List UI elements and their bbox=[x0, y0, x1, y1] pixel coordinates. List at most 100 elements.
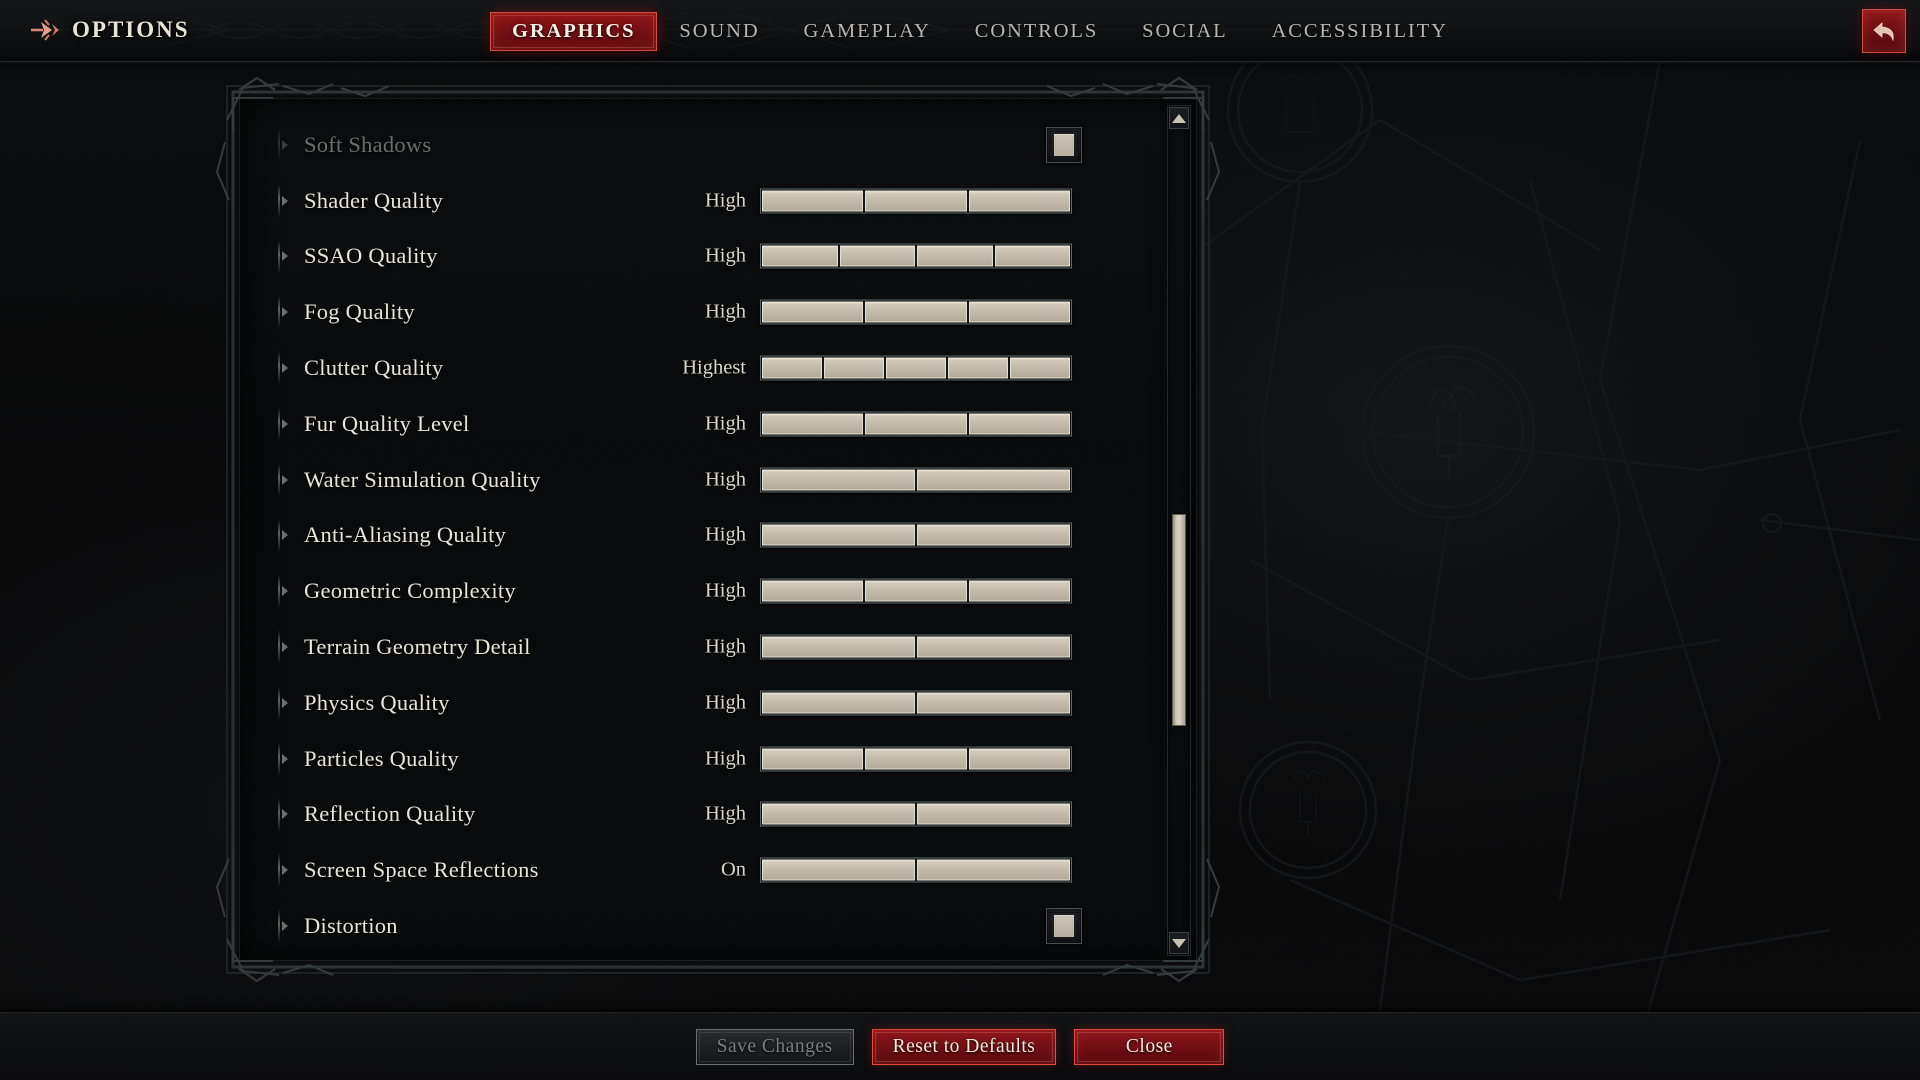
slider-segment[interactable] bbox=[762, 190, 864, 212]
slider-segment[interactable] bbox=[762, 524, 915, 546]
setting-row-clutter-quality[interactable]: Clutter Quality Highest bbox=[240, 340, 1160, 396]
setting-value-label: High bbox=[705, 300, 746, 323]
setting-row-geometric-complexity[interactable]: Geometric Complexity High bbox=[240, 563, 1160, 619]
back-button[interactable] bbox=[1862, 9, 1906, 53]
setting-slider[interactable] bbox=[760, 467, 1072, 493]
tab-accessibility[interactable]: ACCESSIBILITY bbox=[1250, 12, 1470, 51]
setting-slider[interactable] bbox=[760, 857, 1072, 883]
setting-row-reflection-quality[interactable]: Reflection Quality High bbox=[240, 787, 1160, 843]
options-screen: OPTIONS GRAPHICS SOUND GAMEPLAY CONTROLS… bbox=[0, 0, 1920, 1080]
slider-segment[interactable] bbox=[917, 245, 993, 267]
setting-value-label: On bbox=[720, 858, 746, 881]
slider-segment[interactable] bbox=[917, 859, 1070, 881]
chevron-right-icon bbox=[282, 809, 288, 820]
setting-checkbox[interactable] bbox=[1046, 908, 1082, 945]
slider-segment[interactable] bbox=[968, 748, 1070, 770]
row-tick-mark bbox=[278, 741, 280, 776]
setting-slider[interactable] bbox=[760, 299, 1072, 325]
slider-segment[interactable] bbox=[865, 190, 967, 212]
row-tick-mark bbox=[278, 183, 280, 218]
slider-segment[interactable] bbox=[824, 357, 884, 379]
slider-segment[interactable] bbox=[917, 469, 1070, 491]
slider-segment[interactable] bbox=[762, 357, 822, 379]
setting-row-distortion[interactable]: Distortion bbox=[240, 898, 1160, 954]
scroll-up-button[interactable] bbox=[1169, 107, 1189, 129]
scrollbar-thumb[interactable] bbox=[1172, 514, 1186, 727]
setting-row-particles-quality[interactable]: Particles Quality High bbox=[240, 731, 1160, 787]
slider-segment[interactable] bbox=[762, 301, 864, 323]
chevron-right-icon bbox=[282, 697, 288, 708]
slider-segment[interactable] bbox=[762, 469, 915, 491]
setting-row-screen-space-reflections[interactable]: Screen Space Reflections On bbox=[240, 842, 1160, 898]
slider-segment[interactable] bbox=[865, 301, 967, 323]
setting-row-fur-quality-level[interactable]: Fur Quality Level High bbox=[240, 396, 1160, 452]
slider-segment[interactable] bbox=[994, 245, 1070, 267]
slider-segment[interactable] bbox=[762, 245, 838, 267]
close-button[interactable]: Close bbox=[1074, 1028, 1225, 1065]
tab-social[interactable]: SOCIAL bbox=[1120, 12, 1249, 51]
row-tick-mark bbox=[278, 853, 280, 888]
slider-segment[interactable] bbox=[968, 190, 1070, 212]
setting-row-physics-quality[interactable]: Physics Quality High bbox=[240, 675, 1160, 731]
setting-control: On bbox=[640, 857, 1140, 883]
reset-to-defaults-button[interactable]: Reset to Defaults bbox=[871, 1028, 1057, 1065]
chevron-right-icon bbox=[282, 921, 288, 932]
setting-row-terrain-geometry-detail[interactable]: Terrain Geometry Detail High bbox=[240, 619, 1160, 675]
chevron-right-icon bbox=[282, 307, 288, 318]
slider-segment[interactable] bbox=[762, 580, 864, 602]
save-changes-button[interactable]: Save Changes bbox=[695, 1028, 854, 1065]
slider-segment[interactable] bbox=[917, 636, 1070, 658]
slider-segment[interactable] bbox=[865, 580, 967, 602]
slider-segment[interactable] bbox=[917, 524, 1070, 546]
tab-controls[interactable]: CONTROLS bbox=[953, 12, 1120, 51]
setting-slider[interactable] bbox=[760, 578, 1072, 604]
slider-segment[interactable] bbox=[762, 859, 915, 881]
tab-gameplay[interactable]: GAMEPLAY bbox=[782, 12, 953, 51]
chevron-right-icon bbox=[282, 865, 288, 876]
slider-segment[interactable] bbox=[865, 413, 967, 435]
setting-row-ssao-quality[interactable]: SSAO Quality High bbox=[240, 229, 1160, 285]
setting-row-fog-quality[interactable]: Fog Quality High bbox=[240, 284, 1160, 340]
slider-segment[interactable] bbox=[968, 413, 1070, 435]
scroll-down-button[interactable] bbox=[1169, 932, 1189, 954]
setting-checkbox[interactable] bbox=[1046, 126, 1082, 163]
tab-sound[interactable]: SOUND bbox=[657, 12, 781, 51]
slider-segment[interactable] bbox=[968, 301, 1070, 323]
slider-segment[interactable] bbox=[762, 803, 915, 825]
slider-segment[interactable] bbox=[948, 357, 1008, 379]
setting-row-water-simulation-quality[interactable]: Water Simulation Quality High bbox=[240, 452, 1160, 508]
row-tick-mark bbox=[278, 630, 280, 665]
slider-segment[interactable] bbox=[762, 692, 915, 714]
setting-control: High bbox=[640, 299, 1140, 325]
setting-slider[interactable] bbox=[760, 188, 1072, 214]
setting-slider[interactable] bbox=[760, 355, 1072, 381]
setting-control: High bbox=[640, 188, 1140, 214]
setting-slider[interactable] bbox=[760, 522, 1072, 548]
slider-segment[interactable] bbox=[839, 245, 915, 267]
slider-segment[interactable] bbox=[762, 636, 915, 658]
setting-control: High bbox=[640, 411, 1140, 437]
setting-row-anti-aliasing-quality[interactable]: Anti-Aliasing Quality High bbox=[240, 508, 1160, 564]
setting-row-soft-shadows[interactable]: Soft Shadows bbox=[240, 117, 1160, 173]
slider-segment[interactable] bbox=[968, 580, 1070, 602]
setting-slider[interactable] bbox=[760, 411, 1072, 437]
options-brand: OPTIONS bbox=[22, 10, 198, 50]
slider-segment[interactable] bbox=[762, 748, 864, 770]
tab-graphics[interactable]: GRAPHICS bbox=[490, 11, 658, 51]
settings-scrollbar[interactable] bbox=[1167, 105, 1191, 956]
slider-segment[interactable] bbox=[917, 803, 1070, 825]
setting-row-shader-quality[interactable]: Shader Quality High bbox=[240, 173, 1160, 229]
slider-segment[interactable] bbox=[762, 413, 864, 435]
slider-segment[interactable] bbox=[886, 357, 946, 379]
setting-slider[interactable] bbox=[760, 801, 1072, 827]
setting-control: High bbox=[640, 522, 1140, 548]
setting-slider[interactable] bbox=[760, 746, 1072, 772]
setting-slider[interactable] bbox=[760, 634, 1072, 660]
slider-segment[interactable] bbox=[1010, 357, 1070, 379]
setting-label: Particles Quality bbox=[304, 745, 459, 771]
setting-slider[interactable] bbox=[760, 243, 1072, 269]
slider-segment[interactable] bbox=[917, 692, 1070, 714]
setting-slider[interactable] bbox=[760, 690, 1072, 716]
setting-value-label: High bbox=[705, 579, 746, 602]
slider-segment[interactable] bbox=[865, 748, 967, 770]
